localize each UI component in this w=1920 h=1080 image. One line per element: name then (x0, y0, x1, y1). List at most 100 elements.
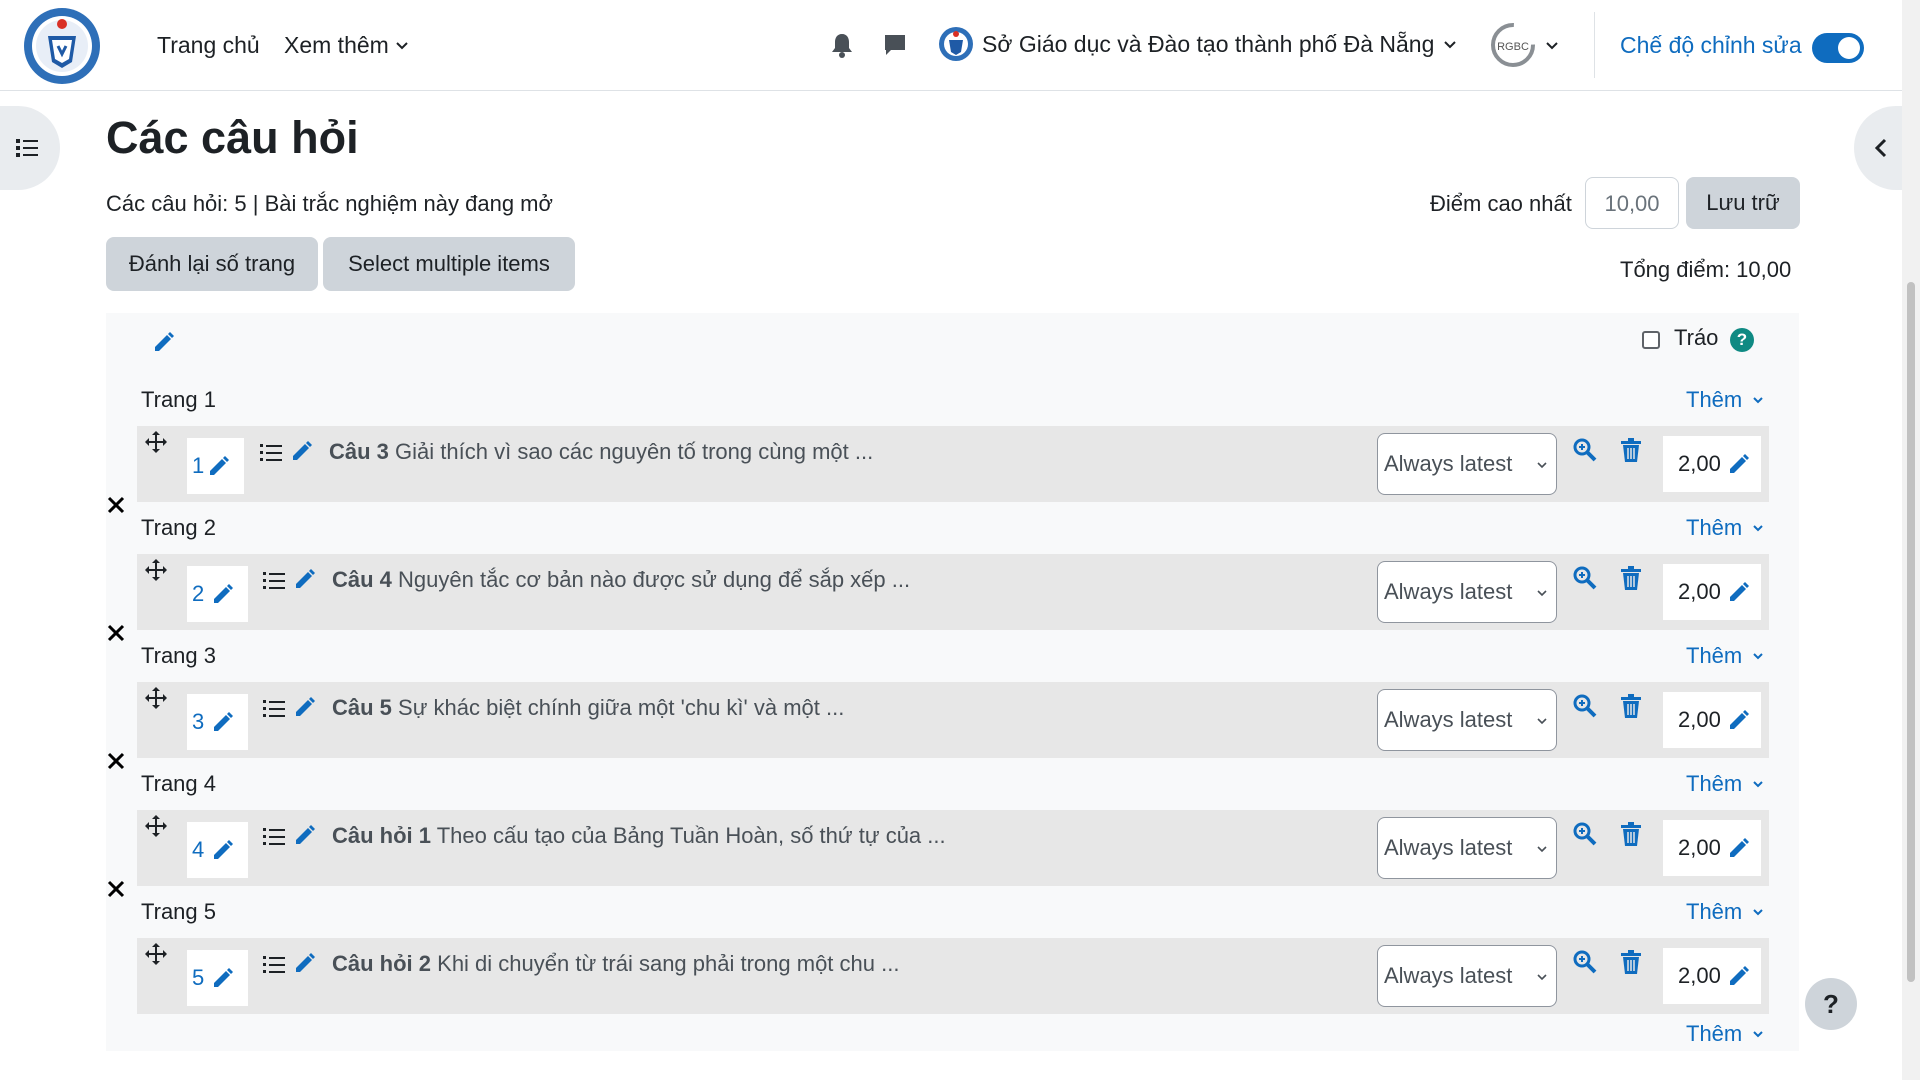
bell-icon[interactable] (831, 32, 853, 58)
move-icon[interactable] (144, 430, 168, 454)
remove-page-break-icon[interactable] (104, 621, 128, 645)
mark-box: 2,00 (1663, 820, 1761, 876)
page-heading: Trang 5 (141, 899, 217, 924)
question-text: Theo cấu tạo của Bảng Tuần Hoàn, số thứ … (436, 823, 946, 848)
edit-question-pencil-icon[interactable] (293, 823, 317, 847)
course-index-drawer-toggle[interactable] (0, 106, 60, 190)
version-select[interactable]: Always latest (1377, 817, 1557, 879)
page-heading: Trang 3 (141, 643, 217, 668)
preview-zoom-icon[interactable] (1573, 438, 1597, 462)
block-drawer-toggle[interactable] (1854, 106, 1902, 190)
chevron-left-icon (1874, 138, 1887, 158)
top-navbar: Trang chủ Xem thêm Sở Giáo dục và Đào tạ… (0, 0, 1902, 91)
save-button[interactable]: Lưu trữ (1686, 177, 1800, 229)
page-title: Các câu hỏi (106, 112, 359, 163)
edit-question-pencil-icon[interactable] (290, 439, 314, 463)
move-icon[interactable] (144, 942, 168, 966)
question-link[interactable]: Câu 3 Giải thích vì sao các nguyên tố tr… (329, 436, 873, 468)
preview-zoom-icon[interactable] (1573, 822, 1597, 846)
edit-slot-pencil-icon[interactable] (211, 966, 235, 990)
question-slot: 1 Câu 3 Giải thích vì sao các nguyên tố … (137, 426, 1769, 502)
version-select-value: Always latest (1384, 835, 1513, 860)
question-name: Câu hỏi 1 (332, 823, 432, 848)
version-select[interactable]: Always latest (1377, 433, 1557, 495)
trash-icon[interactable] (1621, 566, 1641, 590)
edit-mode-toggle[interactable] (1812, 33, 1864, 63)
move-icon[interactable] (144, 814, 168, 838)
add-menu[interactable]: Thêm (1686, 640, 1764, 672)
mark-value: 2,00 (1678, 963, 1721, 988)
page-heading: Trang 4 (141, 771, 217, 796)
question-link[interactable]: Câu 4 Nguyên tắc cơ bản nào được sử dụng… (332, 564, 910, 596)
remove-page-break-icon[interactable] (104, 877, 128, 901)
add-menu[interactable]: Thêm (1686, 768, 1764, 800)
version-select[interactable]: Always latest (1377, 689, 1557, 751)
version-select[interactable]: Always latest (1377, 561, 1557, 623)
edit-question-pencil-icon[interactable] (293, 567, 317, 591)
select-multiple-button[interactable]: Select multiple items (323, 237, 575, 291)
question-link[interactable]: Câu 5 Sự khác biệt chính giữa một 'chu k… (332, 692, 844, 724)
mark-value: 2,00 (1678, 579, 1721, 604)
remove-page-break-icon[interactable] (104, 749, 128, 773)
edit-question-pencil-icon[interactable] (293, 695, 317, 719)
user-menu[interactable]: RGBC (1490, 22, 1560, 68)
trash-icon[interactable] (1621, 694, 1641, 718)
org-name: Sở Giáo dục và Đào tạo thành phố Đà Nẵng (982, 30, 1435, 57)
version-select[interactable]: Always latest (1377, 945, 1557, 1007)
edit-slot-pencil-icon[interactable] (211, 582, 235, 606)
add-menu[interactable]: Thêm (1686, 896, 1764, 928)
multichoice-icon (263, 828, 285, 845)
edit-slot-pencil-icon[interactable] (207, 454, 231, 478)
edit-mark-pencil-icon[interactable] (1727, 580, 1751, 604)
edit-mark-pencil-icon[interactable] (1727, 836, 1751, 860)
chevron-down-icon (1753, 653, 1763, 660)
chevron-down-icon (396, 42, 408, 50)
shuffle-label: Tráo (1674, 325, 1719, 350)
nav-home-link[interactable]: Trang chủ (157, 28, 260, 62)
preview-zoom-icon[interactable] (1573, 566, 1597, 590)
chevron-down-icon (1753, 1031, 1763, 1038)
slot-number-box: 3 (187, 694, 248, 750)
edit-question-pencil-icon[interactable] (293, 951, 317, 975)
edit-mark-pencil-icon[interactable] (1727, 452, 1751, 476)
shuffle-checkbox[interactable] (1642, 331, 1660, 349)
edit-section-heading-pencil-icon[interactable] (152, 330, 176, 354)
edit-mark-pencil-icon[interactable] (1727, 708, 1751, 732)
org-switcher[interactable]: Sở Giáo dục và Đào tạo thành phố Đà Nẵng (938, 24, 1458, 64)
preview-zoom-icon[interactable] (1573, 950, 1597, 974)
remove-page-break-icon[interactable] (104, 493, 128, 517)
edit-slot-pencil-icon[interactable] (211, 710, 235, 734)
add-menu-label: Thêm (1686, 387, 1743, 412)
trash-icon[interactable] (1621, 822, 1641, 846)
quiz-info: Các câu hỏi: 5 | Bài trắc nghiệm này đan… (106, 191, 553, 216)
mark-box: 2,00 (1663, 692, 1761, 748)
chevron-down-icon (1444, 41, 1457, 49)
max-grade-input[interactable]: 10,00 (1585, 177, 1679, 229)
add-menu-label: Thêm (1686, 771, 1743, 796)
add-menu-end[interactable]: Thêm (1686, 1018, 1764, 1050)
site-logo[interactable] (22, 6, 102, 86)
nav-more-menu[interactable]: Xem thêm (284, 28, 409, 62)
add-menu[interactable]: Thêm (1686, 384, 1764, 416)
add-menu[interactable]: Thêm (1686, 512, 1764, 544)
question-link[interactable]: Câu hỏi 1 Theo cấu tạo của Bảng Tuần Hoà… (332, 820, 946, 852)
repaginate-button[interactable]: Đánh lại số trang (106, 237, 318, 291)
add-menu-label: Thêm (1686, 899, 1743, 924)
trash-icon[interactable] (1621, 950, 1641, 974)
edit-mark-pencil-icon[interactable] (1727, 964, 1751, 988)
version-select-value: Always latest (1384, 451, 1513, 476)
chat-icon[interactable] (882, 32, 908, 58)
page-scrollbar[interactable] (1902, 0, 1920, 1080)
question-link[interactable]: Câu hỏi 2 Khi di chuyển từ trái sang phả… (332, 948, 899, 980)
help-fab-button[interactable]: ? (1805, 978, 1857, 1030)
trash-icon[interactable] (1621, 438, 1641, 462)
question-name: Câu hỏi 2 (332, 951, 432, 976)
move-icon[interactable] (144, 686, 168, 710)
scrollbar-thumb[interactable] (1907, 282, 1915, 982)
chevron-down-icon (1753, 525, 1763, 532)
shuffle-help-icon[interactable]: ? (1730, 328, 1754, 352)
slot-number: 3 (192, 709, 205, 734)
preview-zoom-icon[interactable] (1573, 694, 1597, 718)
move-icon[interactable] (144, 558, 168, 582)
edit-slot-pencil-icon[interactable] (211, 838, 235, 862)
